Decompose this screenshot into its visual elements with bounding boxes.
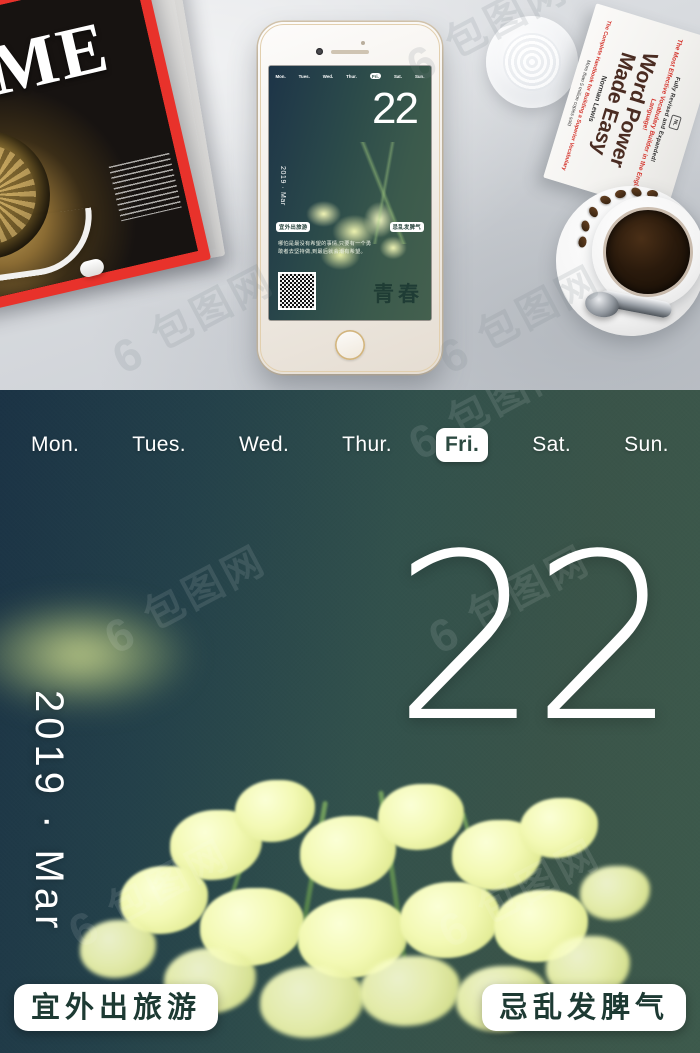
weekday-wed[interactable]: Wed. — [230, 428, 298, 462]
flower — [520, 798, 598, 858]
mini-weekday-row: Mon. Tues. Wed. Thur. Fri. Sat. Sun. — [269, 73, 431, 80]
weekday-thur[interactable]: Thur. — [333, 428, 401, 462]
weekday-row: Mon. Tues. Wed. Thur. Fri. Sat. Sun. — [0, 428, 700, 462]
mini-quote: 哪怕是最没有希望的事情,只要有一个勇敢者去坚持做,到最后就会潮有希望。 — [278, 241, 372, 256]
mini-weekday-active: Fri. — [369, 73, 381, 80]
mini-weekday: Wed. — [322, 73, 334, 79]
weekday-sun[interactable]: Sun. — [615, 428, 678, 462]
mini-poster: Mon. Tues. Wed. Thur. Fri. Sat. Sun. 22 … — [269, 66, 431, 320]
mini-day-number: 22 — [372, 84, 419, 133]
coffee-liquid — [606, 210, 690, 294]
book-badge: NL — [668, 113, 682, 131]
mini-left-pill: 宜外出旅游 — [276, 222, 311, 232]
flower — [378, 784, 464, 850]
flower — [580, 866, 650, 920]
home-button[interactable] — [335, 330, 365, 360]
mini-right-pill: 忌乱发脾气 — [389, 222, 424, 232]
weekday-tues[interactable]: Tues. — [123, 428, 195, 462]
earpiece-speaker — [331, 50, 369, 54]
day-number: 22 — [393, 506, 678, 773]
flower — [400, 882, 500, 958]
glass-jar — [486, 16, 578, 108]
phone-mockup: Mon. Tues. Wed. Thur. Fri. Sat. Sun. 22 … — [258, 22, 442, 374]
proximity-sensor-icon — [361, 41, 365, 45]
mini-weekday: Sat. — [393, 73, 402, 79]
mini-weekday: Tues. — [298, 73, 310, 79]
year-month-label: 2019 · Mar — [27, 690, 71, 934]
fortune-pill-row: 宜外出旅游 忌乱发脾气 — [0, 984, 700, 1031]
mockup-scene: TIME NL Fully Revised and Expanded! The … — [0, 0, 700, 390]
weekday-sat[interactable]: Sat. — [523, 428, 580, 462]
flower — [80, 920, 156, 978]
auspicious-pill[interactable]: 宜外出旅游 — [14, 984, 219, 1031]
weekday-mon[interactable]: Mon. — [22, 428, 88, 462]
weekday-fri-active[interactable]: Fri. — [435, 428, 489, 462]
front-camera-icon — [316, 48, 323, 55]
qr-code-icon — [278, 272, 316, 310]
phone-screen: Mon. Tues. Wed. Thur. Fri. Sat. Sun. 22 … — [269, 66, 431, 320]
inauspicious-pill[interactable]: 忌乱发脾气 — [481, 984, 686, 1031]
mini-pill-row: 宜外出旅游 忌乱发脾气 — [269, 222, 431, 232]
magazine-stack: TIME — [0, 0, 226, 318]
mini-headline: 青春 — [373, 283, 423, 306]
mini-weekday: Mon. — [275, 73, 286, 79]
calendar-poster: Mon. Tues. Wed. Thur. Fri. Sat. Sun. 22 … — [0, 390, 700, 1053]
mini-year-month: 2019 · Mar — [279, 166, 286, 206]
flower — [235, 780, 315, 842]
poster-page: TIME NL Fully Revised and Expanded! The … — [0, 0, 700, 1053]
mini-weekday: Sun. — [414, 73, 425, 79]
mini-weekday: Thur. — [346, 73, 357, 79]
